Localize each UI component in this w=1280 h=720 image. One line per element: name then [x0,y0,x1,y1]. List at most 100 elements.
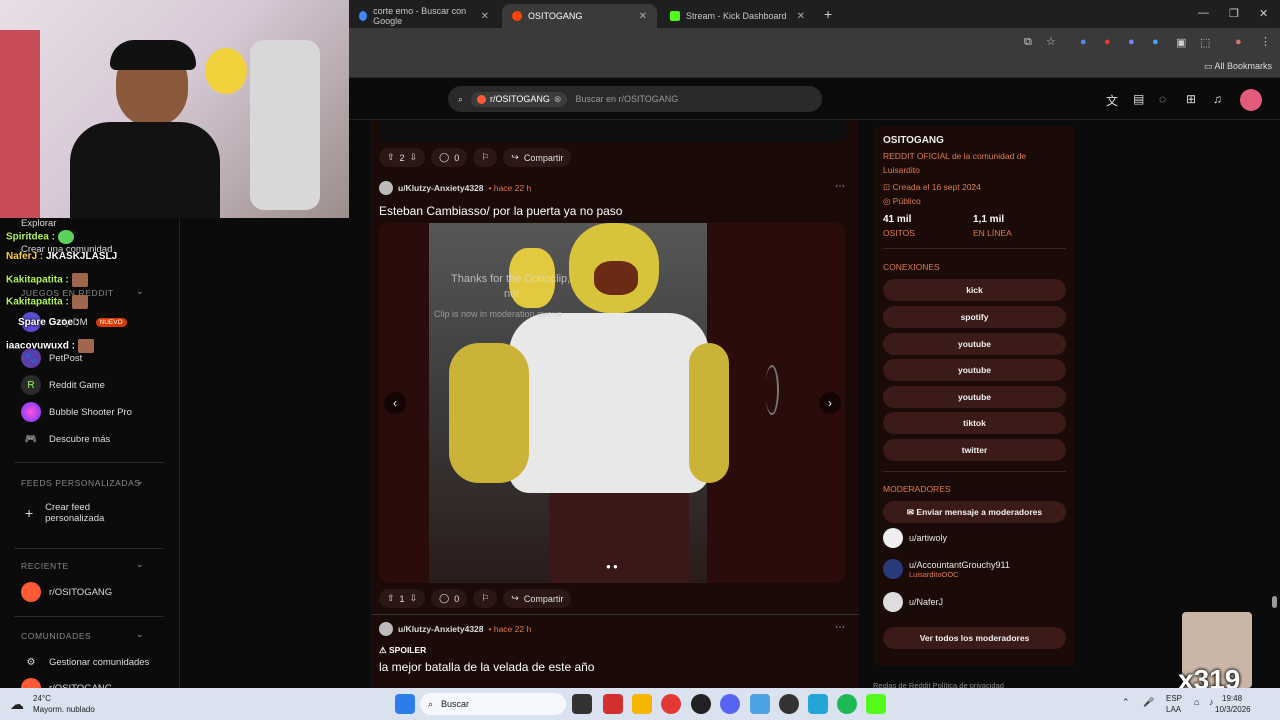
notepad-icon[interactable] [750,694,770,714]
tab-kick[interactable]: Stream - Kick Dashboard ✕ [660,4,815,28]
message-mods-button[interactable]: ✉ Enviar mensaje a moderadores [883,501,1066,523]
menu-kebab-icon[interactable]: ⋮ [1260,35,1271,48]
community-description: REDDIT OFICIAL de la comunidad de Luisar… [883,151,1027,175]
chevron-down-icon[interactable]: ⌄ [136,286,144,297]
obs-icon[interactable] [779,694,799,714]
extension-icon[interactable]: ● [1128,36,1135,48]
microphone-icon[interactable]: 🎤 [1143,697,1154,708]
vote-pill[interactable]: ⇧ 1 ⇩ [379,589,426,608]
connection-youtube[interactable]: youtube [883,386,1066,408]
clock-date[interactable]: 10/3/2026 [1215,705,1251,714]
wifi-icon[interactable]: ⌂ [1194,697,1199,707]
volume-icon[interactable]: ♪ [1209,697,1214,707]
post-author[interactable]: u/Klutzy-Anxiety4328 • hace 22 h [379,181,531,195]
chrome-icon[interactable] [661,694,681,714]
post-options-icon[interactable]: ⋯ [835,622,845,633]
tray-chevron-icon[interactable]: ⌃ [1122,697,1130,708]
video-caption: Thanks for the Donoclip, [451,273,571,285]
clock-time[interactable]: 19:48 [1222,694,1242,703]
extension-icon[interactable]: ● [1080,36,1087,48]
extension-icon[interactable]: ▣ [1176,36,1186,49]
carousel-next-button[interactable]: › [819,392,841,414]
video-frame[interactable]: Thanks for the Donoclip, no! Clip is now… [429,223,729,583]
user-avatar[interactable] [1240,89,1262,111]
all-bookmarks[interactable]: ▭ All Bookmarks [1204,61,1272,72]
nav-explore[interactable]: Explorar [21,218,56,229]
moderator-item[interactable]: u/NaferJ [883,592,943,612]
moderator-item[interactable]: u/AccountantGrouchy911 LuisarditoOOC [883,559,1010,579]
spotify-icon[interactable] [837,694,857,714]
restore-icon[interactable]: ❐ [1229,7,1239,20]
chat-icon[interactable]: ◌ [1159,92,1166,106]
weather-icon[interactable]: ☁ [10,696,24,713]
connection-tiktok[interactable]: tiktok [883,412,1066,434]
view-all-mods-button[interactable]: Ver todos los moderadores [883,627,1066,649]
search-bar[interactable]: ⌕ r/OSITOGANG ⊗ Buscar en r/OSITOGANG [448,86,822,112]
nav-recent-ositogang[interactable]: r/OSITOGANG [21,582,112,602]
search-input[interactable]: Buscar en r/OSITOGANG [575,94,678,104]
clear-chip-icon[interactable]: ⊗ [554,94,562,105]
weather-temp[interactable]: 24°C [33,694,51,703]
extension-icon[interactable]: ● [1152,36,1159,48]
advertise-icon[interactable]: ▤ [1133,92,1144,106]
connection-twitter[interactable]: twitter [883,439,1066,461]
vote-pill[interactable]: ⇧ 2 ⇩ [379,148,426,167]
comments-button[interactable]: ◯ 0 [431,589,468,608]
connection-kick[interactable]: kick [883,279,1066,301]
connection-spotify[interactable]: spotify [883,306,1066,328]
minimize-icon[interactable]: — [1198,7,1209,19]
tab-google[interactable]: corte emo - Buscar con Google ✕ [349,4,499,28]
app-icon[interactable] [808,694,828,714]
language-indicator[interactable]: ESP [1166,694,1182,703]
share-button[interactable]: ↪ Compartir [503,148,572,167]
bookmark-star-icon[interactable]: ☆ [1046,35,1056,48]
post-title[interactable]: Esteban Cambiasso/ por la puerta ya no p… [379,204,622,218]
profile-avatar[interactable]: ● [1235,36,1242,48]
subreddit-chip[interactable]: r/OSITOGANG ⊗ [471,91,568,107]
award-button[interactable]: ⚐ [473,589,498,608]
close-icon[interactable]: ✕ [797,11,805,22]
tab-ositogang[interactable]: OSITOGANG ✕ [502,4,657,28]
extensions-puzzle-icon[interactable]: ⬚ [1200,36,1210,49]
close-icon[interactable]: ✕ [639,11,647,22]
carousel-prev-button[interactable]: ‹ [384,392,406,414]
nav-game-reddit[interactable]: R Reddit Game [21,375,105,395]
nav-discover[interactable]: 🎮 Descubre más [21,429,110,449]
share-button[interactable]: ↪ Compartir [503,589,572,608]
chevron-down-icon[interactable]: ⌄ [136,476,144,487]
chevron-down-icon[interactable]: ⌄ [136,559,144,570]
notifications-bell-icon[interactable]: ♫ [1213,92,1222,106]
comments-button[interactable]: ◯ 0 [431,148,468,167]
new-tab-button[interactable]: + [824,6,832,22]
discord-icon[interactable] [720,694,740,714]
app-icon[interactable] [603,694,623,714]
window-close-icon[interactable]: ✕ [1259,7,1268,20]
nav-game-bubble[interactable]: Bubble Shooter Pro [21,402,132,422]
chevron-down-icon[interactable]: ⌄ [136,629,144,640]
user-avatar [883,592,903,612]
language-indicator-2[interactable]: LAA [1166,705,1181,714]
taskbar-search[interactable]: ⌕ Buscar [420,693,566,715]
connection-youtube[interactable]: youtube [883,359,1066,381]
translate-icon[interactable]: 文 [1106,92,1118,109]
connection-youtube[interactable]: youtube [883,333,1066,355]
cast-icon[interactable]: ⧉ [1024,36,1032,49]
weather-desc[interactable]: Mayorm. nublado [33,705,95,714]
task-view-icon[interactable] [572,694,592,714]
extension-icon[interactable]: ● [1104,36,1111,48]
nav-manage-communities[interactable]: ⚙ Gestionar comunidades [21,652,150,672]
scrollbar-thumb[interactable] [1272,596,1277,608]
app-icon[interactable] [691,694,711,714]
post-options-icon[interactable]: ⋯ [835,181,845,192]
nav-create-feed[interactable]: + Crear feed personalizada [21,502,131,524]
post-author[interactable]: u/Klutzy-Anxiety4328 • hace 22 h [379,622,531,636]
kick-icon[interactable] [866,694,886,714]
moderator-item[interactable]: u/artiwoly [883,528,947,548]
close-icon[interactable]: ✕ [481,11,489,22]
create-post-icon[interactable]: ⊞ [1186,92,1196,106]
post-title[interactable]: la mejor batalla de la velada de este añ… [379,660,594,674]
google-icon [359,11,368,21]
start-button[interactable] [395,694,415,714]
file-explorer-icon[interactable] [632,694,652,714]
award-button[interactable]: ⚐ [473,148,498,167]
